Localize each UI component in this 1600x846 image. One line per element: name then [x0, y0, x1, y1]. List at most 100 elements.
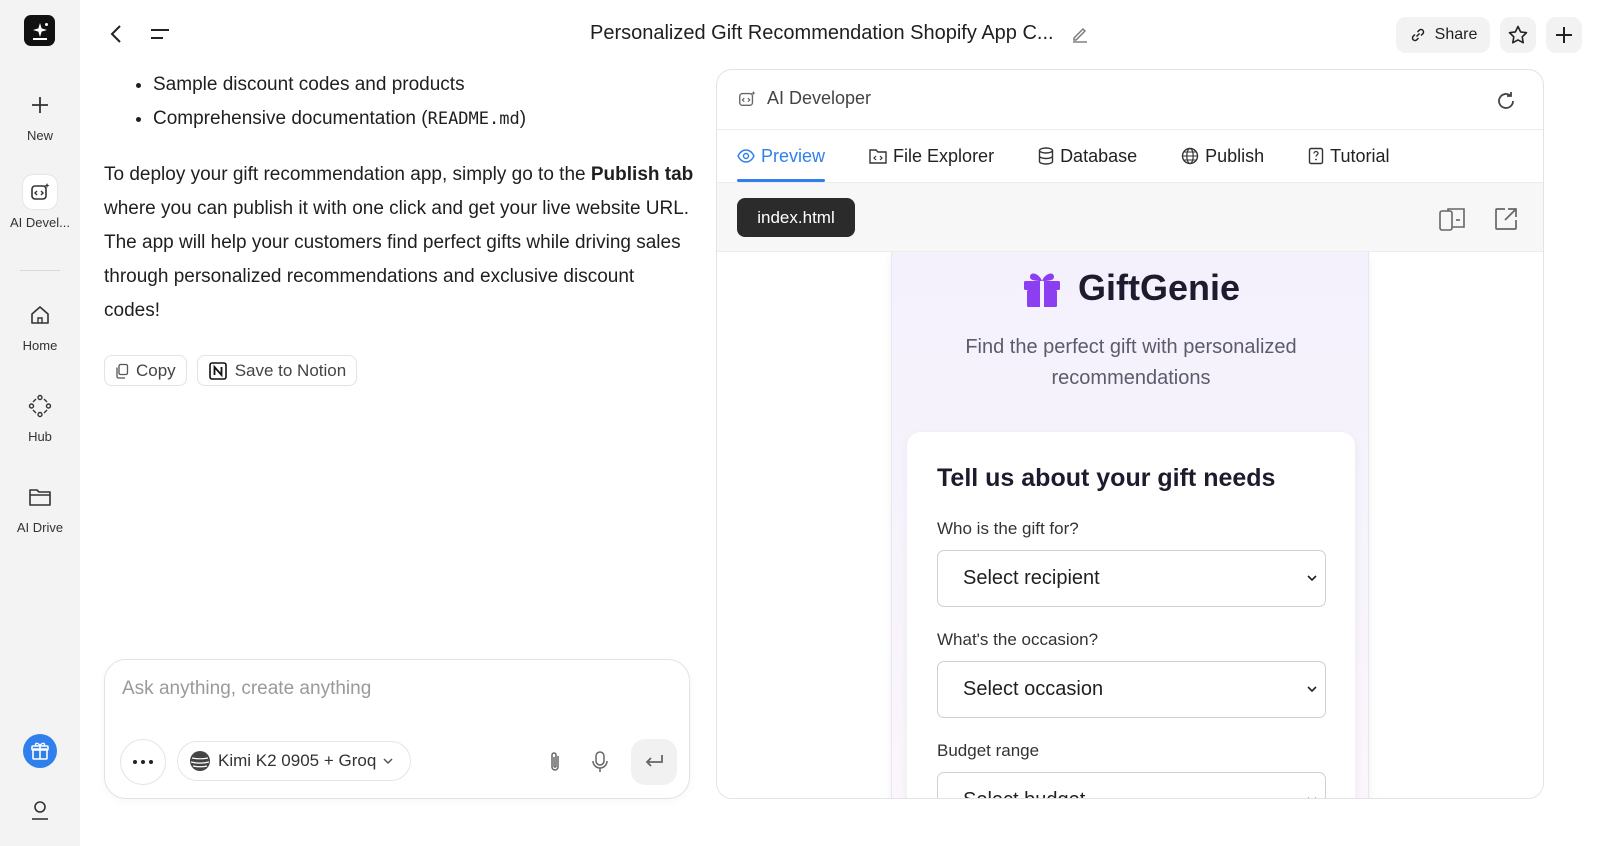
gift-icon: [1023, 273, 1060, 307]
enter-icon: [645, 755, 663, 767]
favorite-button[interactable]: [1500, 17, 1536, 53]
rail-item-label: AI Drive: [16, 520, 64, 535]
occasion-label: What's the occasion?: [937, 630, 1099, 649]
message-input[interactable]: Ask anything, create anything: [122, 678, 371, 700]
model-name: Kimi K2 0905 + Groq: [218, 751, 377, 770]
ellipsis-icon: [133, 760, 153, 764]
occasion-select[interactable]: Select occasion: [937, 661, 1326, 718]
recipient-select-value: Select recipient: [963, 567, 1100, 589]
budget-select-value: Select budget: [963, 789, 1085, 798]
gift-app-preview: GiftGenie Find the perfect gift with per…: [891, 252, 1369, 798]
hub-icon: [23, 389, 57, 423]
rail-item-new[interactable]: New: [0, 88, 80, 143]
star-icon: [1508, 25, 1528, 44]
app-logo-icon[interactable]: [24, 15, 55, 46]
edit-title-button[interactable]: [1068, 22, 1092, 46]
voice-input-button[interactable]: [587, 749, 613, 775]
paragraph-text: To deploy your gift recommendation app, …: [104, 164, 591, 185]
panel-header: AI Developer: [717, 70, 1543, 130]
model-logo-icon: [190, 751, 210, 771]
save-to-notion-button[interactable]: Save to Notion: [196, 355, 358, 386]
message-actions: Copy Save to Notion: [104, 355, 358, 386]
tab-label: File Explorer: [893, 145, 995, 166]
ai-developer-panel: AI Developer Preview File Explorer Datab…: [716, 69, 1544, 799]
message-paragraph: To deploy your gift recommendation app, …: [104, 158, 694, 328]
brand-name: GiftGenie: [1077, 267, 1241, 308]
link-icon: [1411, 28, 1424, 42]
refresh-icon: [1498, 92, 1514, 109]
copy-label: Copy: [136, 360, 176, 380]
chevron-down-icon: [1305, 793, 1319, 798]
budget-select[interactable]: Select budget: [937, 772, 1326, 798]
occasion-select-value: Select occasion: [963, 678, 1104, 700]
tab-label: Tutorial: [1330, 145, 1390, 166]
list-item: Sample discount codes and products: [153, 68, 694, 102]
tab-label: Database: [1060, 145, 1138, 166]
more-options-button[interactable]: [120, 739, 166, 785]
plus-icon: [23, 88, 57, 122]
chat-message: Sample discount codes and products Compr…: [104, 68, 694, 328]
list-item-text: Sample discount codes and products: [153, 74, 465, 95]
copy-button[interactable]: Copy: [104, 355, 187, 386]
copy-icon: [116, 363, 129, 379]
paragraph-text: where you can publish it with one click …: [104, 198, 690, 321]
folder-icon: [23, 480, 57, 514]
devices-icon: [1439, 208, 1465, 231]
menu-icon: [151, 29, 169, 39]
code-sparkle-icon: [739, 90, 756, 106]
open-external-button[interactable]: [1491, 204, 1521, 234]
model-selector[interactable]: Kimi K2 0905 + Groq: [177, 741, 411, 781]
file-selector[interactable]: index.html: [737, 198, 855, 237]
preview-toolbar: index.html: [717, 182, 1543, 252]
notion-label: Save to Notion: [234, 360, 347, 380]
user-avatar-icon[interactable]: [25, 795, 55, 825]
chevron-down-icon: [383, 758, 393, 765]
reload-button[interactable]: [1493, 88, 1519, 114]
new-button[interactable]: [1546, 17, 1582, 53]
panel-title-text: AI Developer: [767, 88, 872, 108]
gift-form-card: Tell us about your gift needs Who is the…: [907, 432, 1355, 798]
rail-item-hub[interactable]: Hub: [0, 389, 80, 444]
rail-item-ai-drive[interactable]: AI Drive: [0, 480, 80, 535]
send-button[interactable]: [631, 739, 677, 785]
rail-item-home[interactable]: Home: [0, 298, 80, 353]
app-tagline: Find the perfect gift with personalized …: [965, 336, 1297, 389]
tab-database[interactable]: Database: [1038, 130, 1137, 182]
list-item-text: Comprehensive documentation (: [153, 108, 428, 129]
preview-viewport: GiftGenie Find the perfect gift with per…: [717, 252, 1543, 798]
notion-icon: [208, 361, 227, 380]
attach-button[interactable]: [542, 749, 568, 775]
tab-preview[interactable]: Preview: [737, 130, 826, 182]
app-brand: GiftGenie: [892, 266, 1368, 310]
home-icon: [23, 298, 57, 332]
paragraph-bold: Publish tab: [590, 164, 694, 185]
top-bar: Personalized Gift Recommendation Shopify…: [80, 0, 1600, 68]
rail-item-label: AI Devel...: [10, 215, 70, 230]
list-item: Comprehensive documentation (README.md): [153, 102, 694, 136]
gift-button[interactable]: [23, 734, 57, 768]
budget-label: Budget range: [937, 741, 1040, 760]
eye-icon: [737, 149, 755, 163]
form-title: Tell us about your gift needs: [937, 464, 1276, 492]
tab-tutorial[interactable]: Tutorial: [1308, 130, 1390, 182]
bullet-list: Sample discount codes and products Compr…: [104, 68, 694, 136]
inline-code: README.md: [427, 109, 520, 129]
plus-icon: [1556, 27, 1572, 43]
share-label: Share: [1434, 26, 1478, 43]
rail-item-ai-developer[interactable]: AI Devel...: [0, 175, 80, 230]
responsive-view-button[interactable]: [1437, 204, 1467, 234]
back-button[interactable]: [104, 20, 128, 48]
rail-item-label: Hub: [28, 429, 52, 444]
left-rail: New AI Devel... Home Hub AI Drive: [0, 0, 80, 846]
menu-button[interactable]: [146, 20, 174, 48]
rail-item-label: New: [26, 128, 53, 143]
microphone-icon: [592, 751, 608, 772]
recipient-select[interactable]: Select recipient: [937, 550, 1326, 607]
tab-file-explorer[interactable]: File Explorer: [869, 130, 994, 182]
chevron-left-icon: [110, 25, 121, 43]
chat-composer: Ask anything, create anything Kimi K2 09…: [104, 659, 690, 799]
globe-icon: [1181, 147, 1199, 165]
rail-divider: [20, 270, 60, 271]
share-button[interactable]: Share: [1396, 17, 1490, 53]
tab-publish[interactable]: Publish: [1181, 130, 1264, 182]
